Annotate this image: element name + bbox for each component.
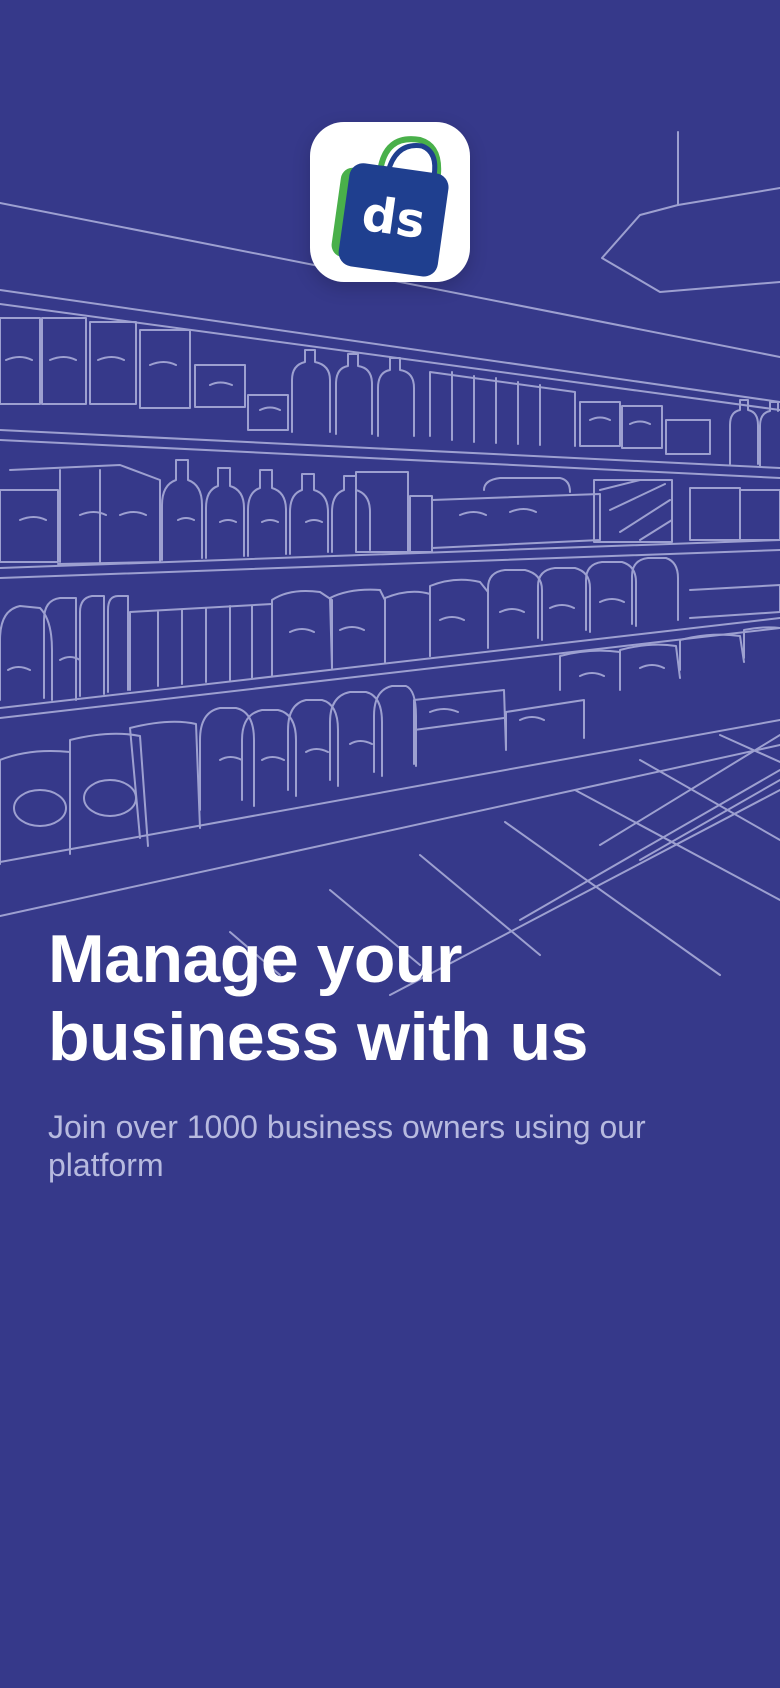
onboarding-subtitle: Join over 1000 business owners using our…: [48, 1109, 646, 1183]
onboarding-title: Manage your business with us: [48, 921, 588, 1075]
logo-text: ds: [358, 186, 428, 250]
app-logo: ds: [310, 122, 470, 282]
shopping-bag-icon: ds: [331, 136, 449, 277]
